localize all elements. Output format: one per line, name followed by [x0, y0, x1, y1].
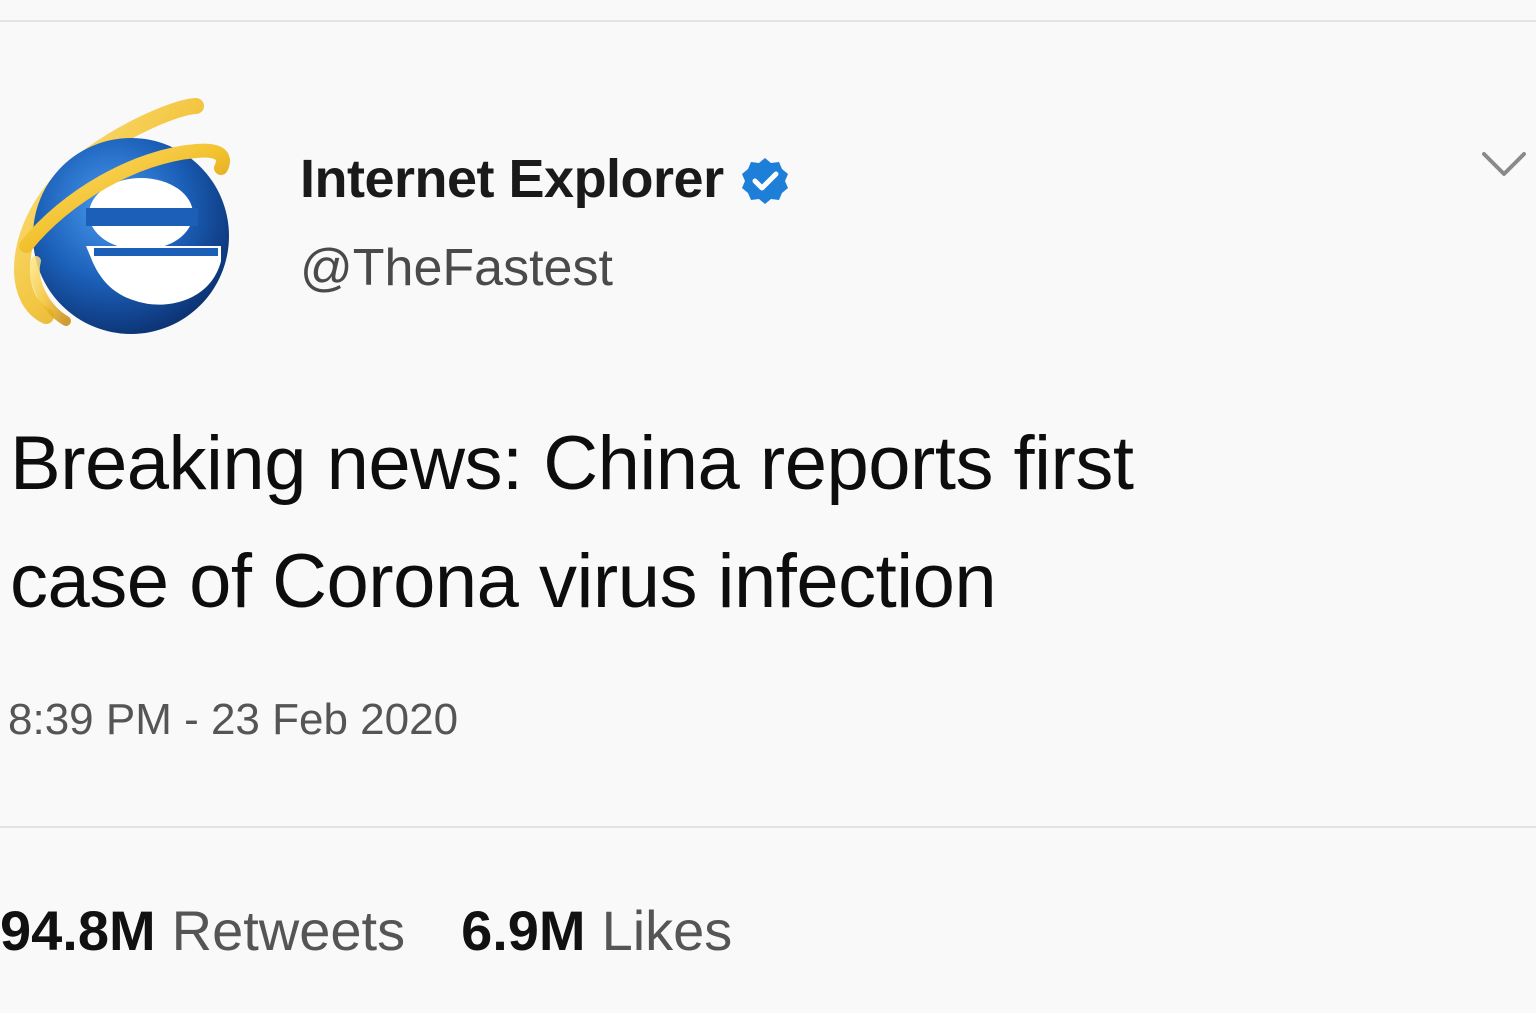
tweet-timestamp[interactable]: 8:39 PM - 23 Feb 2020 — [8, 695, 458, 745]
tweet-stats: 94.8M Retweets 6.9M Likes — [0, 898, 788, 963]
likes-stat[interactable]: 6.9M Likes — [461, 898, 732, 963]
author-name-text[interactable]: Internet Explorer — [300, 148, 724, 210]
internet-explorer-logo-icon[interactable] — [6, 96, 246, 346]
retweets-count: 94.8M — [0, 899, 156, 962]
likes-count: 6.9M — [461, 899, 586, 962]
author-display-name[interactable]: Internet Explorer — [300, 148, 790, 210]
tweet-text: Breaking news: China reports first case … — [10, 405, 1510, 641]
author-handle[interactable]: @TheFastest — [300, 238, 613, 298]
top-divider — [0, 20, 1536, 22]
tweet-card: Internet Explorer @TheFastest Breaking n… — [0, 0, 1536, 1013]
tweet-text-line: case of Corona virus infection — [10, 539, 997, 624]
stats-divider — [0, 826, 1536, 828]
verified-badge-icon — [740, 156, 790, 206]
retweets-label: Retweets — [171, 899, 406, 962]
chevron-down-icon[interactable] — [1480, 146, 1528, 182]
retweets-stat[interactable]: 94.8M Retweets — [0, 898, 405, 963]
likes-label: Likes — [601, 899, 733, 962]
tweet-text-line: Breaking news: China reports first — [10, 421, 1134, 506]
